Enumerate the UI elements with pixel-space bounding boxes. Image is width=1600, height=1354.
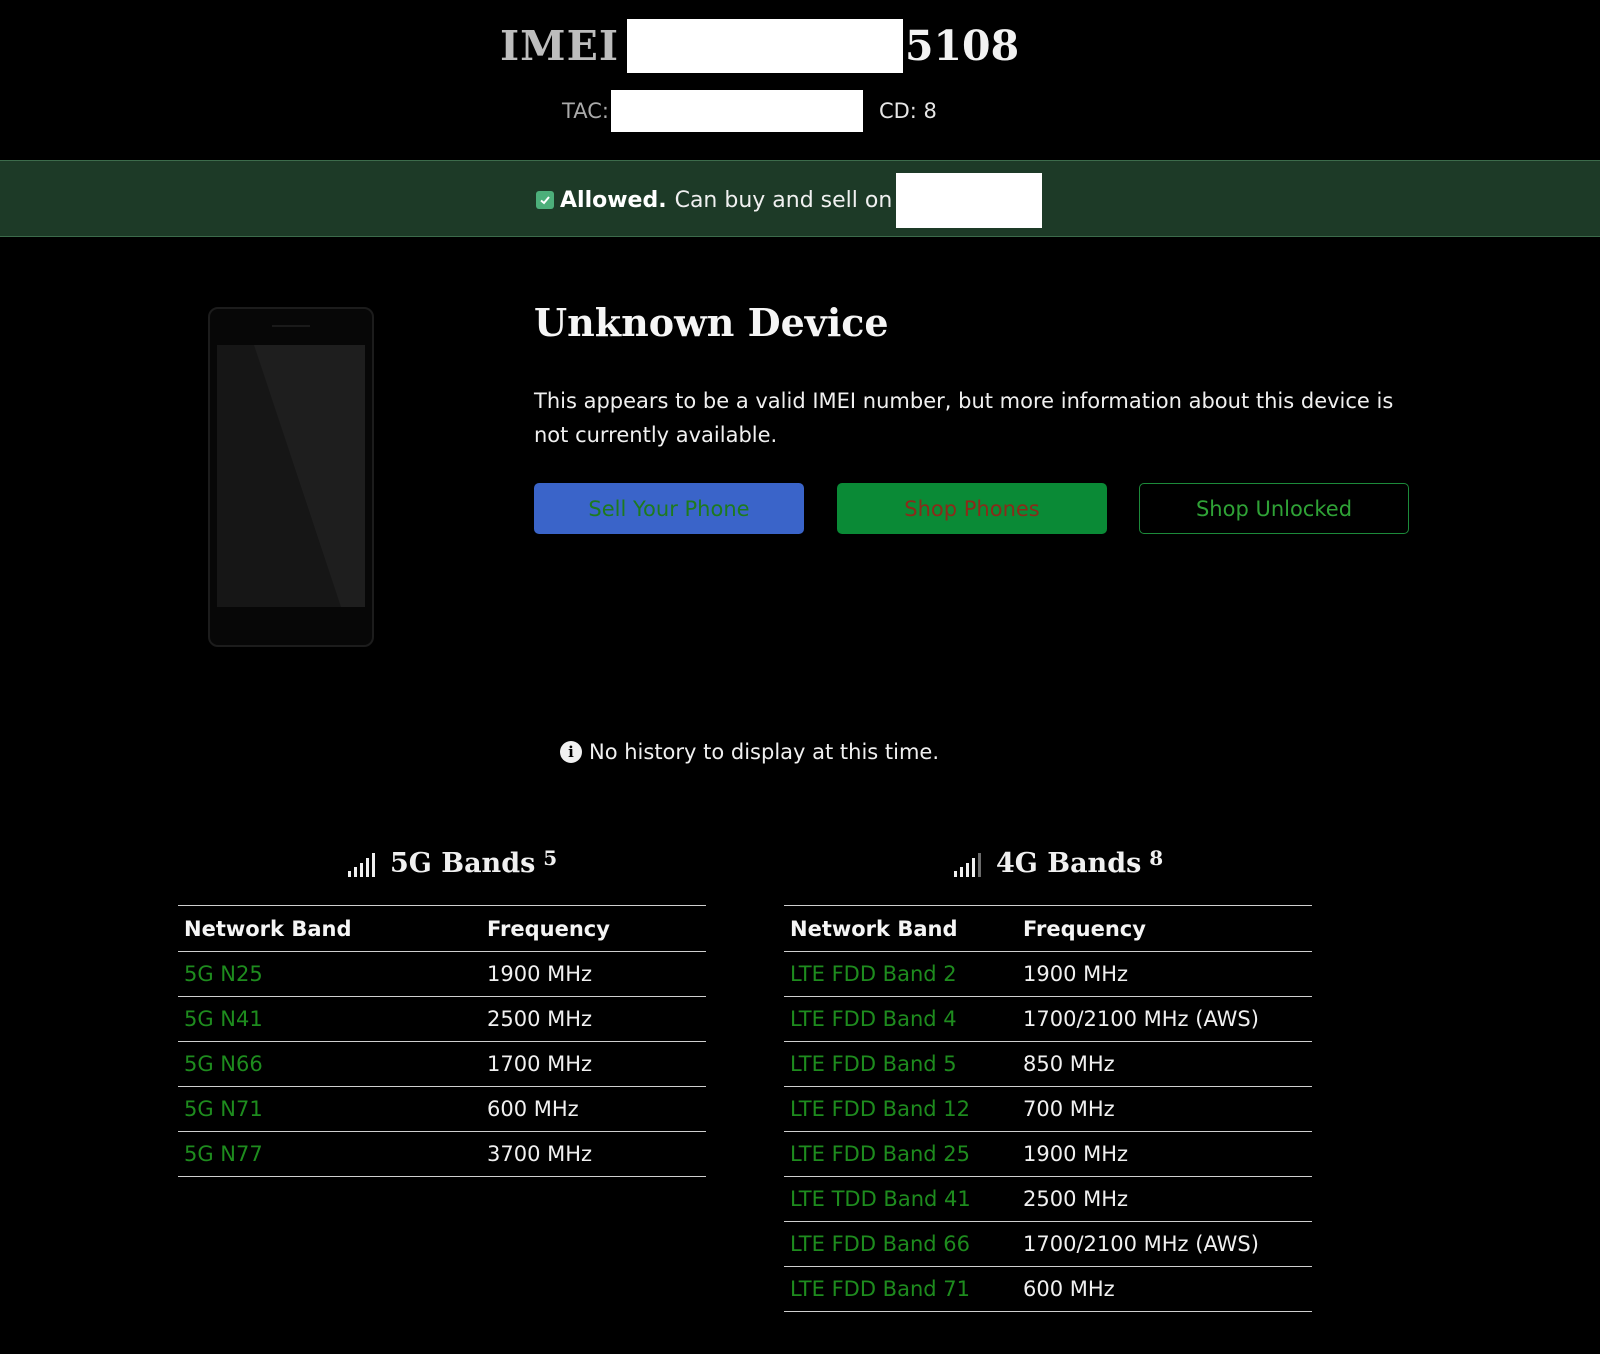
- band-link[interactable]: LTE TDD Band 41: [784, 1176, 1017, 1222]
- 5g-bands-title: 5G Bands: [390, 848, 536, 879]
- table-row: 5G N41 2500 MHz: [178, 996, 706, 1042]
- status-text: Can buy and sell on: [674, 187, 893, 213]
- band-frequency: 2500 MHz: [481, 996, 706, 1042]
- table-header-row: Network Band Frequency: [784, 905, 1312, 952]
- band-frequency: 1900 MHz: [481, 951, 706, 997]
- sell-your-phone-button[interactable]: Sell Your Phone: [534, 483, 804, 534]
- shop-phones-button[interactable]: Shop Phones: [837, 483, 1107, 534]
- table-row: LTE FDD Band 25 1900 MHz: [784, 1131, 1312, 1177]
- band-frequency: 600 MHz: [1017, 1266, 1312, 1312]
- column-header-network-band: Network Band: [784, 905, 1017, 952]
- table-row: LTE FDD Band 12 700 MHz: [784, 1086, 1312, 1132]
- column-header-network-band: Network Band: [178, 905, 481, 952]
- check-digit: CD: 8: [878, 99, 937, 123]
- table-row: 5G N71 600 MHz: [178, 1086, 706, 1132]
- band-link[interactable]: LTE FDD Band 66: [784, 1221, 1017, 1267]
- shop-unlocked-button[interactable]: Shop Unlocked: [1139, 483, 1409, 534]
- imei-header: IMEI 5108 TAC: CD: 8: [0, 0, 1600, 160]
- band-link[interactable]: LTE FDD Band 5: [784, 1041, 1017, 1087]
- status-message: Allowed. Can buy and sell on: [536, 172, 1043, 228]
- band-frequency: 1700/2100 MHz (AWS): [1017, 996, 1312, 1042]
- band-link[interactable]: 5G N77: [178, 1131, 481, 1177]
- band-link[interactable]: LTE FDD Band 71: [784, 1266, 1017, 1312]
- table-row: 5G N25 1900 MHz: [178, 951, 706, 997]
- band-frequency: 1900 MHz: [1017, 1131, 1312, 1177]
- column-header-frequency: Frequency: [1017, 905, 1312, 952]
- device-description: This appears to be a valid IMEI number, …: [534, 389, 1394, 447]
- table-row: 5G N66 1700 MHz: [178, 1041, 706, 1087]
- status-bar: Allowed. Can buy and sell on: [0, 160, 1600, 237]
- info-icon: i: [560, 741, 582, 763]
- tac-label: TAC:: [562, 99, 609, 123]
- status-redacted-block: [896, 172, 1043, 228]
- band-frequency: 1700/2100 MHz (AWS): [1017, 1221, 1312, 1267]
- 4g-bands-heading: 4G Bands 8: [954, 845, 1164, 879]
- tac-redacted-block: [610, 90, 863, 132]
- band-frequency: 1700 MHz: [481, 1041, 706, 1087]
- band-frequency: 2500 MHz: [1017, 1176, 1312, 1222]
- 5g-bands-heading: 5G Bands 5: [348, 845, 558, 879]
- history-text: No history to display at this time.: [589, 740, 940, 764]
- table-row: LTE FDD Band 5 850 MHz: [784, 1041, 1312, 1087]
- signal-bars-icon: [954, 852, 981, 877]
- column-header-frequency: Frequency: [481, 905, 706, 952]
- phone-placeholder-image: [208, 307, 374, 647]
- status-allowed: Allowed.: [560, 187, 667, 213]
- imei-label: IMEI: [500, 22, 619, 70]
- checkbox-icon: [536, 191, 554, 209]
- signal-bars-icon: [348, 852, 375, 877]
- table-row: LTE FDD Band 4 1700/2100 MHz (AWS): [784, 996, 1312, 1042]
- table-row: LTE FDD Band 66 1700/2100 MHz (AWS): [784, 1221, 1312, 1267]
- band-frequency: 1900 MHz: [1017, 951, 1312, 997]
- tac-row: TAC: CD: 8: [562, 90, 937, 132]
- table-row: 5G N77 3700 MHz: [178, 1131, 706, 1177]
- 5g-bands-count: 5: [543, 845, 558, 870]
- table-row: LTE FDD Band 2 1900 MHz: [784, 951, 1312, 997]
- imei-suffix: 5108: [905, 22, 1020, 70]
- band-frequency: 600 MHz: [481, 1086, 706, 1132]
- 5g-bands-table: Network Band Frequency 5G N25 1900 MHz 5…: [178, 905, 706, 1177]
- band-link[interactable]: 5G N66: [178, 1041, 481, 1087]
- band-link[interactable]: 5G N25: [178, 951, 481, 997]
- band-link[interactable]: LTE FDD Band 12: [784, 1086, 1017, 1132]
- table-header-row: Network Band Frequency: [178, 905, 706, 952]
- band-frequency: 3700 MHz: [481, 1131, 706, 1177]
- band-link[interactable]: LTE FDD Band 25: [784, 1131, 1017, 1177]
- band-frequency: 850 MHz: [1017, 1041, 1312, 1087]
- band-link[interactable]: LTE FDD Band 4: [784, 996, 1017, 1042]
- 4g-bands-title: 4G Bands: [996, 848, 1142, 879]
- device-title: Unknown Device: [534, 300, 889, 345]
- table-row: LTE TDD Band 41 2500 MHz: [784, 1176, 1312, 1222]
- table-row: LTE FDD Band 71 600 MHz: [784, 1266, 1312, 1312]
- history-notice: i No history to display at this time.: [560, 740, 939, 764]
- 4g-bands-table: Network Band Frequency LTE FDD Band 2 19…: [784, 905, 1312, 1312]
- band-link[interactable]: LTE FDD Band 2: [784, 951, 1017, 997]
- 4g-bands-count: 8: [1149, 845, 1164, 870]
- imei-row: IMEI 5108: [500, 18, 1019, 74]
- band-link[interactable]: 5G N71: [178, 1086, 481, 1132]
- band-link[interactable]: 5G N41: [178, 996, 481, 1042]
- imei-redacted-block: [627, 19, 903, 73]
- band-frequency: 700 MHz: [1017, 1086, 1312, 1132]
